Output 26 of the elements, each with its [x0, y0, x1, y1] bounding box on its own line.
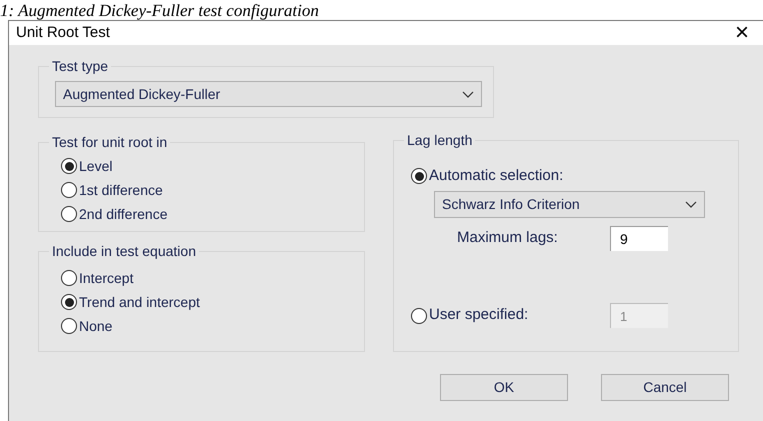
max-lags-field[interactable]: 9	[610, 226, 668, 251]
option-label: Automatic selection:	[429, 166, 564, 186]
window-title: Unit Root Test	[16, 22, 110, 43]
radio-button[interactable]	[61, 270, 77, 286]
ok-button[interactable]: OK	[440, 374, 568, 401]
radio-button[interactable]	[411, 168, 427, 184]
option-label: Level	[79, 156, 112, 176]
chevron-icon	[462, 90, 474, 98]
radio-button[interactable]	[61, 318, 77, 334]
dropdown[interactable]: Augmented Dickey-Fuller	[55, 81, 482, 107]
chevron-icon	[685, 201, 697, 208]
radio-button[interactable]	[61, 182, 77, 198]
option-label: 1st difference	[79, 180, 163, 200]
option-label: Trend and intercept	[79, 292, 200, 312]
option-label: None	[79, 316, 112, 336]
radio-button[interactable]	[61, 158, 77, 174]
close-button[interactable]: ×	[734, 23, 749, 43]
option-label: 2nd difference	[79, 204, 168, 224]
figure-caption: 1: Augmented Dickey-Fuller test configuration	[0, 1, 319, 20]
dropdown[interactable]: Schwarz Info Criterion	[434, 191, 705, 218]
cancel-button[interactable]: Cancel	[601, 374, 729, 401]
option-label: Intercept	[79, 268, 134, 288]
option-label: User specified:	[429, 305, 528, 326]
radio-button[interactable]	[61, 206, 77, 222]
max-lags-label: Maximum lags:	[457, 228, 559, 248]
radio-button[interactable]	[61, 294, 77, 310]
